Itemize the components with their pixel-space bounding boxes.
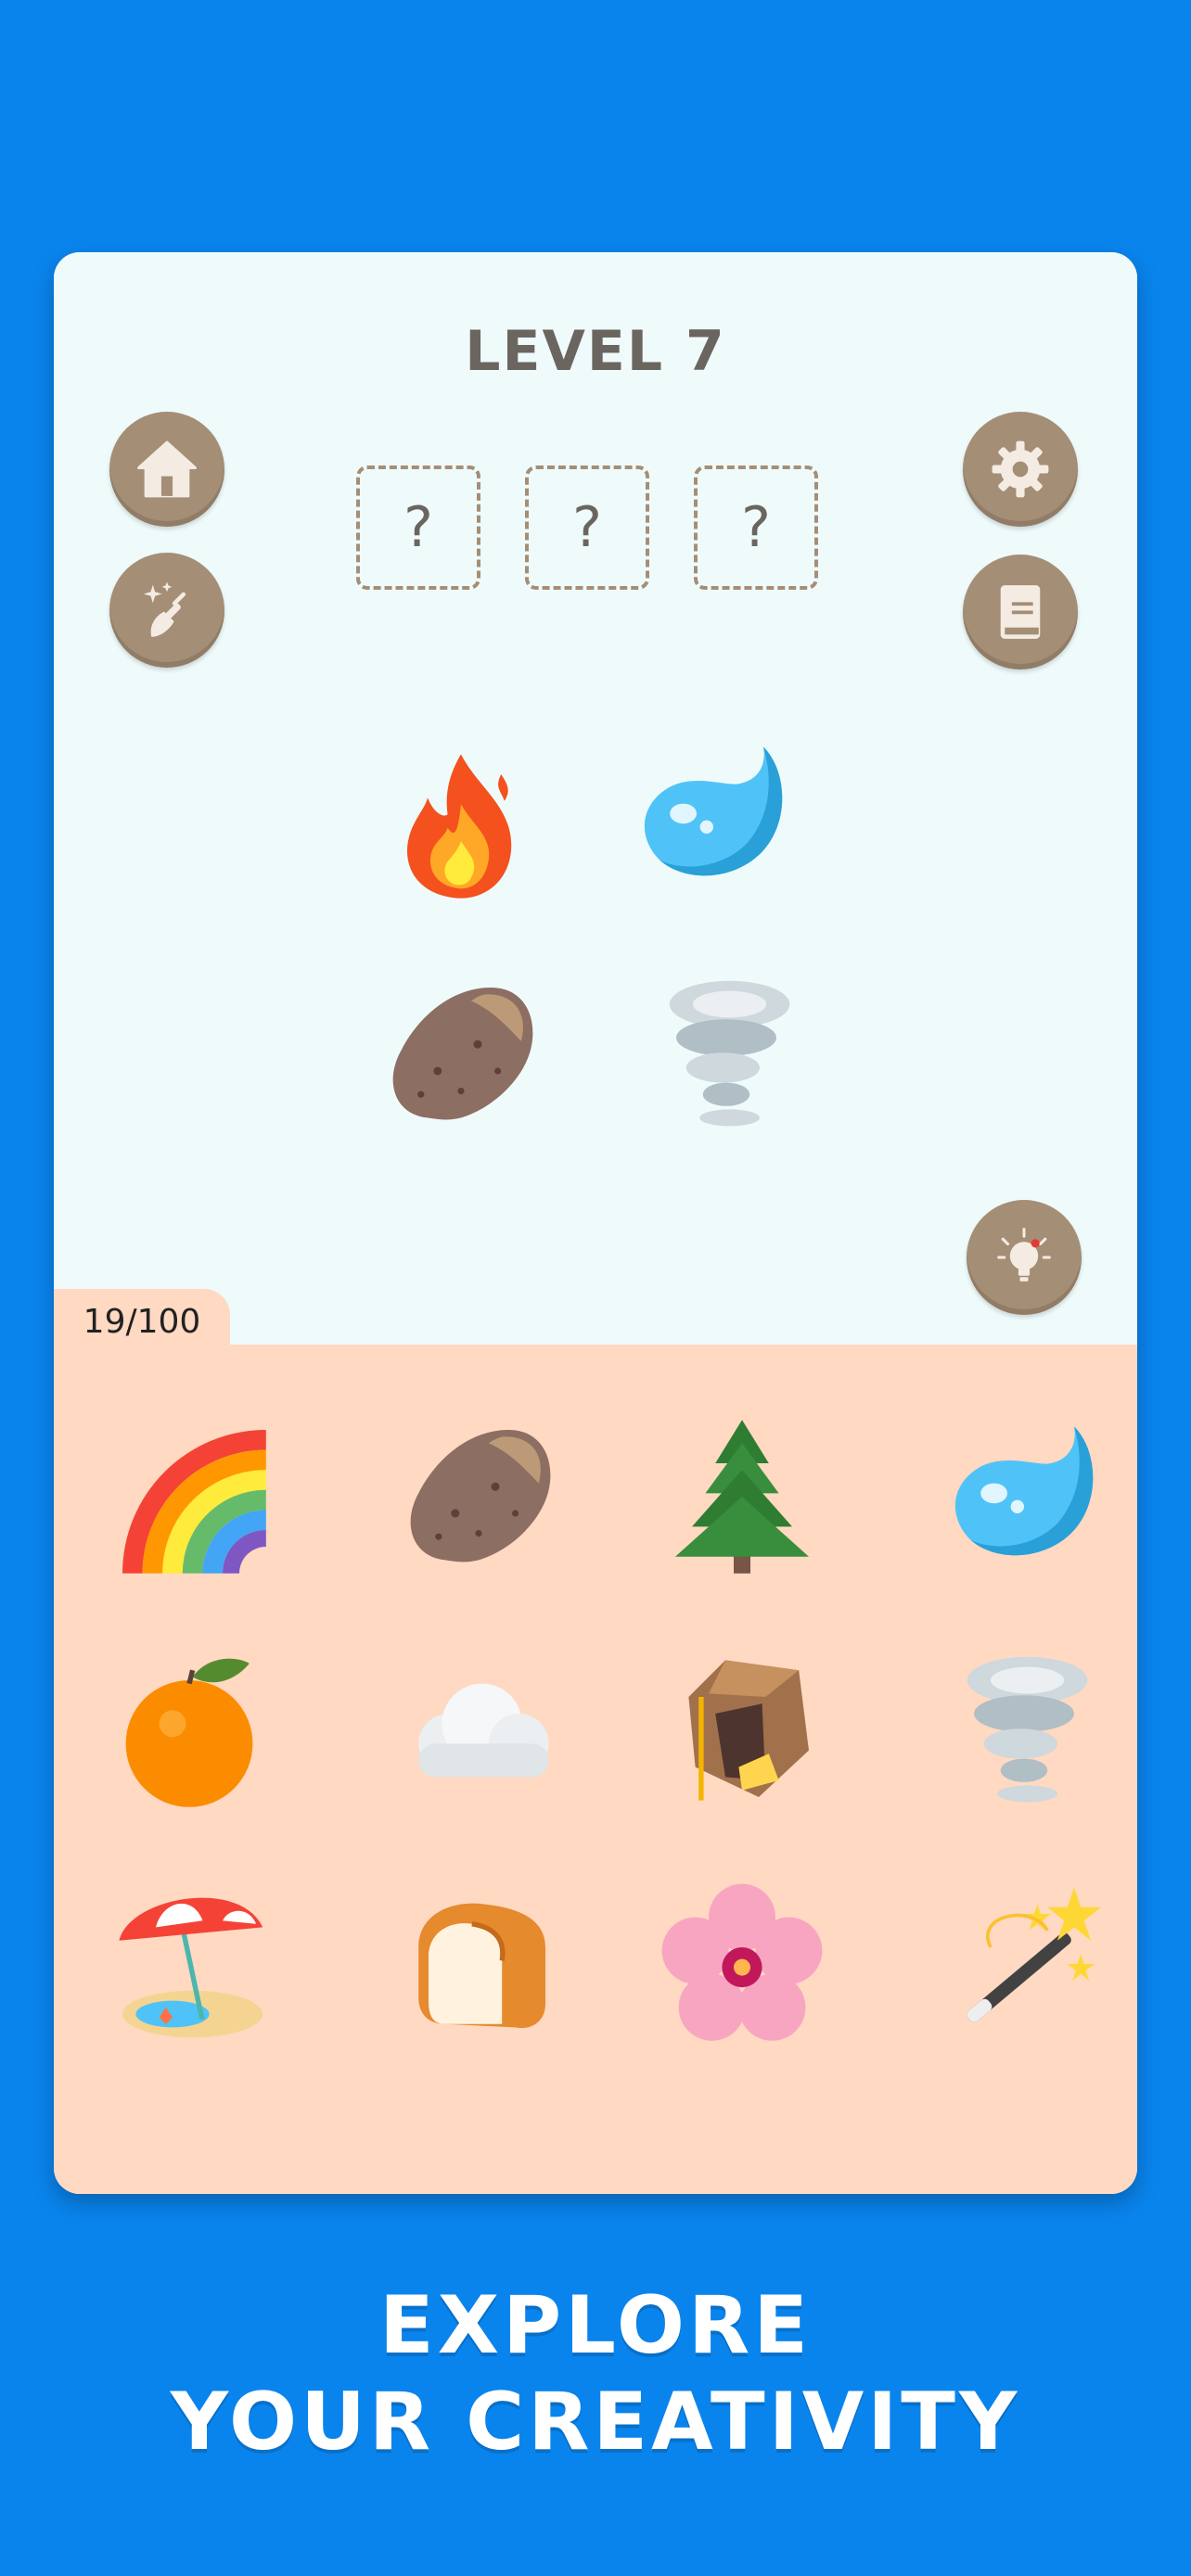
- book-icon: [1000, 585, 1041, 639]
- inventory-item-rainbow[interactable]: [96, 1404, 282, 1589]
- tornado-icon: [941, 1647, 1108, 1814]
- board-item-potato[interactable]: [373, 966, 549, 1142]
- game-card: LEVEL 7 ? ? ? 19/100: [54, 252, 1137, 2194]
- inventory-item-cave[interactable]: [649, 1638, 835, 1823]
- clear-board-button[interactable]: [109, 553, 224, 668]
- settings-button[interactable]: [963, 412, 1078, 527]
- recipe-slot-1[interactable]: ?: [356, 465, 480, 590]
- water-icon: [941, 1413, 1108, 1580]
- gear-icon: [992, 440, 1049, 498]
- potato-icon: [395, 1413, 562, 1580]
- hint-button[interactable]: [967, 1200, 1082, 1315]
- combine-board: LEVEL 7 ? ? ?: [54, 252, 1137, 1345]
- board-item-tornado[interactable]: [638, 966, 814, 1142]
- tagline-line-1: EXPLORE: [379, 2279, 812, 2372]
- inventory-item-potato[interactable]: [386, 1404, 571, 1589]
- recipe-slot-2[interactable]: ?: [525, 465, 649, 590]
- inventory-item-cloud[interactable]: [386, 1638, 571, 1823]
- broom-sparkle-icon: [143, 581, 186, 637]
- beach-umbrella-icon: [106, 1881, 273, 2047]
- level-title: LEVEL 7: [465, 319, 726, 384]
- board-item-fire[interactable]: [373, 736, 549, 912]
- home-icon: [137, 440, 197, 498]
- recipe-book-button[interactable]: [963, 555, 1078, 670]
- cherry-blossom-icon: [659, 1881, 826, 2047]
- inventory-item-tangerine[interactable]: [96, 1638, 282, 1823]
- inventory-item-evergreen-tree[interactable]: [649, 1404, 835, 1589]
- fire-icon: [378, 741, 544, 908]
- recipe-slot-3[interactable]: ?: [694, 465, 818, 590]
- cave-with-cheese-icon: [659, 1647, 826, 1814]
- inventory-item-tornado[interactable]: [931, 1638, 1117, 1823]
- inventory-item-beach-umbrella[interactable]: [96, 1871, 282, 2057]
- rainbow-icon: [106, 1413, 273, 1580]
- tangerine-icon: [106, 1647, 273, 1814]
- inventory-panel: [54, 1345, 1137, 2194]
- water-icon: [630, 733, 797, 900]
- tagline-line-2: YOUR CREATIVITY: [170, 2376, 1021, 2468]
- potato-icon: [378, 971, 544, 1138]
- inventory-item-magic-wand[interactable]: [931, 1871, 1117, 2057]
- cloud-icon: [395, 1647, 562, 1814]
- inventory-item-cherry-blossom[interactable]: [649, 1871, 835, 2057]
- board-item-water[interactable]: [625, 729, 801, 905]
- home-button[interactable]: [109, 412, 224, 527]
- inventory-item-bread[interactable]: [386, 1871, 571, 2057]
- inventory-item-water[interactable]: [931, 1404, 1117, 1589]
- evergreen-tree-icon: [659, 1413, 826, 1580]
- tornado-icon: [643, 971, 810, 1138]
- lightbulb-icon: [997, 1228, 1051, 1282]
- magic-wand-icon: [941, 1881, 1108, 2047]
- bread-icon: [395, 1881, 562, 2047]
